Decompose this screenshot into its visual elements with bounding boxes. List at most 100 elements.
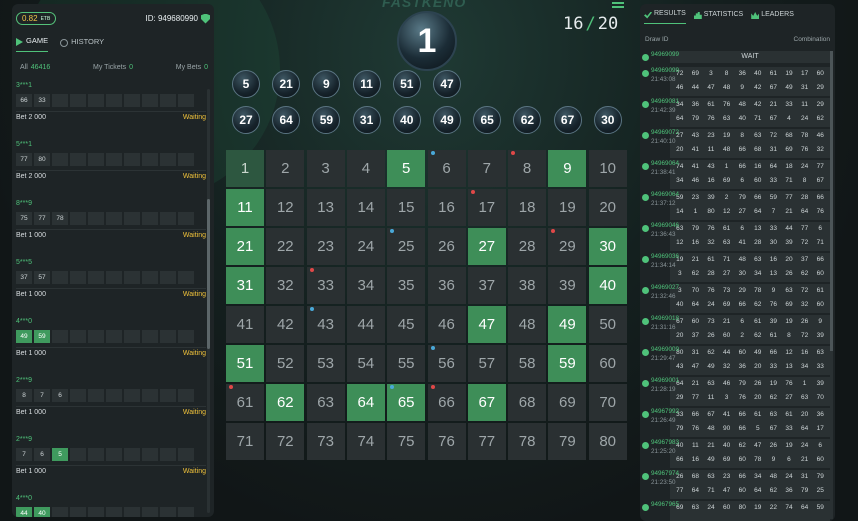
board-number[interactable]: 35	[387, 267, 426, 304]
board-number[interactable]: 34	[346, 267, 385, 304]
ticket-card[interactable]: 8***9 75 77 78 Bet 1 000 Waiting	[16, 200, 206, 239]
result-row[interactable]: 94967974 21:23:50 26 68 63 23 66 34 48 24 31 79 77 64…	[642, 470, 830, 499]
result-row[interactable]: 94967983 21:25:20 40 11 21 40 62 47 26 19 24 6 66 16 4…	[642, 439, 830, 468]
board-number[interactable]: 21	[226, 228, 264, 265]
result-row[interactable]: 94969099 21:43:08 72 69 3 8 36 40 61 19 17 60 46 44 47…	[642, 67, 830, 96]
board-number[interactable]: 50	[588, 306, 627, 343]
board-number[interactable]: 9	[548, 150, 587, 187]
result-row[interactable]: 94969064 21:38:41 74 41 43 1 66 16 64 18 24 77 34 46 1…	[642, 160, 830, 189]
board-number[interactable]: 51	[226, 345, 264, 382]
result-row[interactable]: 94969064 21:37:12 59 23 39 2 79 66 59 77 28 66 14 1 80…	[642, 191, 830, 220]
filter-my-bets[interactable]: My Bets 0	[176, 64, 208, 71]
ticket-card[interactable]: 5***5 37 57 Bet 1 000 Waiting	[16, 259, 206, 298]
board-number[interactable]: 46	[427, 306, 466, 343]
scrollbar-thumb[interactable]	[207, 199, 210, 349]
ticket-scrollbar[interactable]	[207, 89, 210, 513]
board-number[interactable]: 4	[346, 150, 385, 187]
board-number[interactable]: 43	[306, 306, 345, 343]
board-number[interactable]: 55	[387, 345, 426, 382]
board-number[interactable]: 79	[548, 423, 587, 460]
result-row[interactable]: 94969018 21:31:16 67 60 73 21 6 61 39 19 26 9 20 37 26…	[642, 315, 830, 344]
ticket-card[interactable]: 2***9 7 6 5 Bet 1 000 Waiting	[16, 436, 206, 475]
board-number[interactable]: 70	[588, 384, 627, 421]
board-number[interactable]: 23	[306, 228, 345, 265]
board-number[interactable]: 44	[346, 306, 385, 343]
result-row[interactable]: 94969009 21:29:47 80 31 62 44 60 49 66 12 16 63 43 47…	[642, 346, 830, 375]
board-number[interactable]: 1	[226, 150, 264, 187]
board-number[interactable]: 61	[226, 384, 264, 421]
board-number[interactable]: 76	[427, 423, 466, 460]
ticket-card[interactable]: 2***9 8 7 6 Bet 1 000 Waiting	[16, 377, 206, 416]
ticket-card[interactable]: 5***1 77 80 Bet 2 000 Waiting	[16, 141, 206, 180]
board-number[interactable]: 24	[346, 228, 385, 265]
board-number[interactable]: 36	[427, 267, 466, 304]
board-number[interactable]: 62	[266, 384, 305, 421]
board-number[interactable]: 2	[266, 150, 305, 187]
board-number[interactable]: 48	[508, 306, 547, 343]
board-number[interactable]: 18	[508, 189, 547, 226]
board-number[interactable]: 37	[467, 267, 506, 304]
board-number[interactable]: 41	[226, 306, 264, 343]
board-number[interactable]: 19	[548, 189, 587, 226]
board-number[interactable]: 73	[306, 423, 345, 460]
results-scrollbar-thumb[interactable]	[830, 51, 833, 351]
board-number[interactable]: 52	[266, 345, 305, 382]
board-number[interactable]: 78	[508, 423, 547, 460]
filter-my-tickets[interactable]: My Tickets 0	[93, 64, 133, 71]
board-number[interactable]: 16	[427, 189, 466, 226]
board-number[interactable]: 53	[306, 345, 345, 382]
result-row[interactable]: 94969046 21:36:43 63 79 76 61 6 13 33 44 77 6 12 16 32…	[642, 222, 830, 251]
board-number[interactable]: 40	[588, 267, 627, 304]
tab-results[interactable]: RESULTS	[644, 10, 686, 24]
board-number[interactable]: 68	[508, 384, 547, 421]
board-number[interactable]: 11	[226, 189, 264, 226]
board-number[interactable]: 38	[508, 267, 547, 304]
board-number[interactable]: 10	[588, 150, 627, 187]
board-number[interactable]: 7	[467, 150, 506, 187]
board-number[interactable]: 13	[306, 189, 345, 226]
board-number[interactable]: 6	[427, 150, 466, 187]
board-number[interactable]: 75	[387, 423, 426, 460]
result-row[interactable]: 94969072 21:40:10 27 43 23 19 8 63 72 68 78 46 20 41 1…	[642, 129, 830, 158]
board-number[interactable]: 54	[346, 345, 385, 382]
filter-all[interactable]: All 46416	[20, 64, 50, 71]
board-number[interactable]: 17	[467, 189, 506, 226]
result-row[interactable]: 94969027 21:32:46 3 70 76 73 29 78 9 63 72 61 40 64 24…	[642, 284, 830, 313]
result-row[interactable]: 94969081 21:42:39 34 36 61 76 48 42 21 33 11 29 64 79…	[642, 98, 830, 127]
board-number[interactable]: 5	[387, 150, 426, 187]
board-number[interactable]: 20	[588, 189, 627, 226]
menu-icon[interactable]	[612, 0, 624, 8]
board-number[interactable]: 32	[266, 267, 305, 304]
board-number[interactable]: 57	[467, 345, 506, 382]
board-number[interactable]: 64	[346, 384, 385, 421]
board-number[interactable]: 80	[588, 423, 627, 460]
board-number[interactable]: 15	[387, 189, 426, 226]
board-number[interactable]: 27	[467, 228, 506, 265]
board-number[interactable]: 72	[266, 423, 305, 460]
board-number[interactable]: 39	[548, 267, 587, 304]
ticket-card[interactable]: 3***1 66 33 Bet 2 000 Waiting	[16, 82, 206, 121]
board-number[interactable]: 77	[467, 423, 506, 460]
board-number[interactable]: 49	[548, 306, 587, 343]
ticket-card[interactable]: 4***0 44 40	[16, 495, 206, 517]
board-number[interactable]: 29	[548, 228, 587, 265]
board-number[interactable]: 67	[467, 384, 506, 421]
board-number[interactable]: 69	[548, 384, 587, 421]
board-number[interactable]: 56	[427, 345, 466, 382]
board-number[interactable]: 31	[226, 267, 264, 304]
tab-leaders[interactable]: LEADERS	[751, 10, 794, 24]
board-number[interactable]: 71	[226, 423, 264, 460]
result-row[interactable]: 94969001 21:28:19 64 21 63 46 79 26 19 76 1 39 29 77 1…	[642, 377, 830, 406]
result-row[interactable]: 94967965 69 63 24 60 80 19 22 74 64 59	[642, 501, 830, 521]
tab-history[interactable]: HISTORY	[60, 36, 104, 52]
result-row[interactable]: 94967992 21:26:49 33 66 67 41 66 61 63 61 20 36 79 76…	[642, 408, 830, 437]
board-number[interactable]: 66	[427, 384, 466, 421]
board-number[interactable]: 22	[266, 228, 305, 265]
board-number[interactable]: 42	[266, 306, 305, 343]
board-number[interactable]: 45	[387, 306, 426, 343]
board-number[interactable]: 12	[266, 189, 305, 226]
board-number[interactable]: 65	[387, 384, 426, 421]
tab-game[interactable]: GAME	[16, 36, 49, 52]
board-number[interactable]: 8	[508, 150, 547, 187]
board-number[interactable]: 28	[508, 228, 547, 265]
